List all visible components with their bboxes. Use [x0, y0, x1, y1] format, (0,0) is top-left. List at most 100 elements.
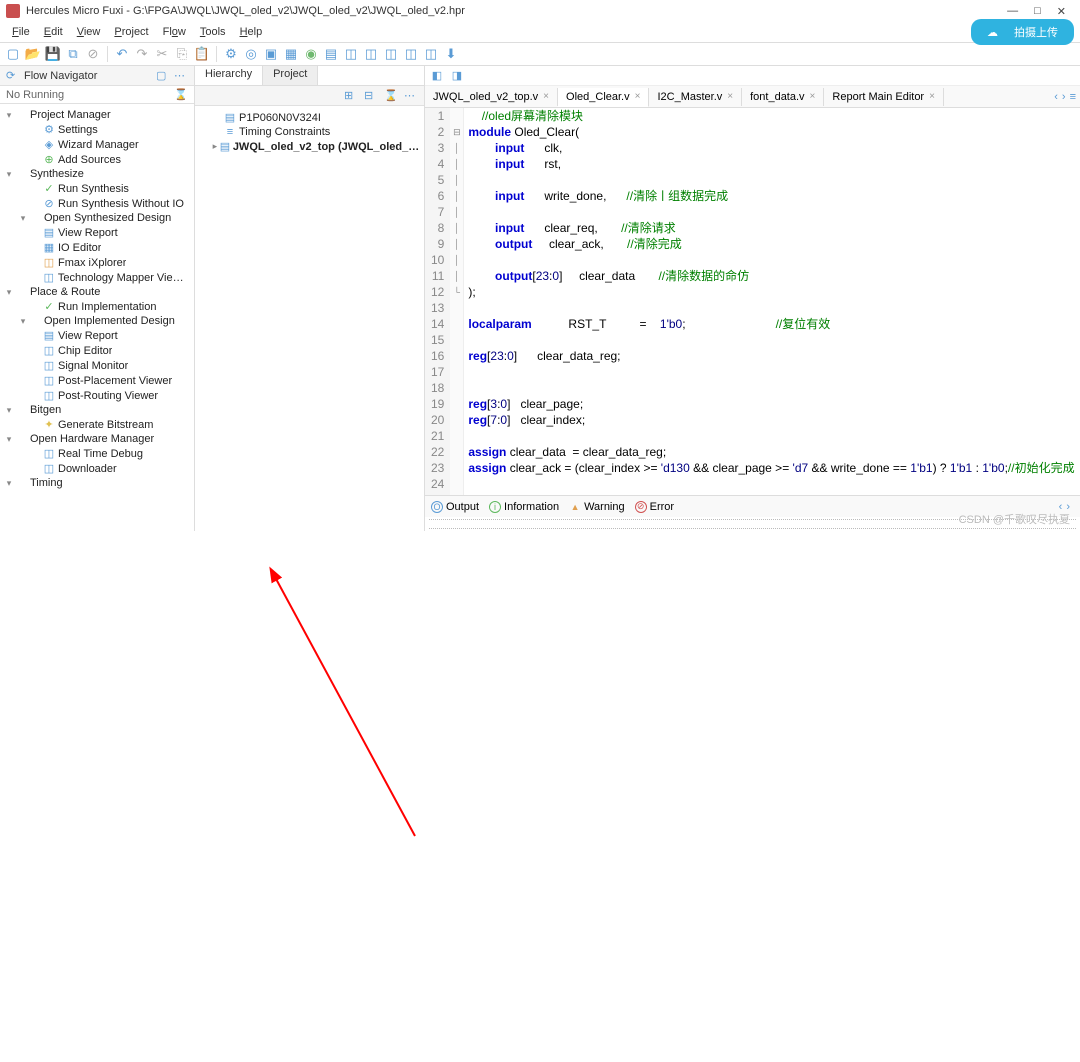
tb-pr[interactable]: ◫: [402, 45, 420, 63]
tb-saveall[interactable]: ⧉: [64, 45, 82, 63]
tb-ip-catalog[interactable]: ◉: [302, 45, 320, 63]
menu-project[interactable]: Project: [108, 24, 154, 40]
close-tab-icon[interactable]: ×: [727, 91, 733, 102]
cloud-upload-button[interactable]: ☁ 拍摄上传: [971, 19, 1074, 45]
maximize-button[interactable]: □: [1034, 5, 1041, 18]
flow-item-generate-bitstream[interactable]: ✦Generate Bitstream: [0, 417, 194, 432]
flow-item-io-editor[interactable]: ▦IO Editor: [0, 240, 194, 255]
ed-tb-2[interactable]: ◨: [449, 68, 465, 84]
tab-error[interactable]: ⊘Error: [635, 501, 674, 513]
flow-item-run-implementation[interactable]: ✓Run Implementation: [0, 299, 194, 314]
flow-item-view-report[interactable]: ▤View Report: [0, 225, 194, 240]
tb-paste[interactable]: 📋: [193, 45, 211, 63]
menu-view[interactable]: View: [71, 24, 107, 40]
hier-item[interactable]: ▤P1P060N0V324I: [195, 110, 424, 125]
tb-new[interactable]: ▢: [4, 45, 22, 63]
tb-dl[interactable]: ⬇: [442, 45, 460, 63]
minimize-button[interactable]: —: [1007, 5, 1018, 18]
flow-item-place-route[interactable]: ▾Place & Route: [0, 285, 194, 299]
flow-navigator-header: ⟳ Flow Navigator ▢ ⋯: [0, 66, 194, 86]
tb-cut[interactable]: ✂: [153, 45, 171, 63]
hier-item[interactable]: ≡Timing Constraints: [195, 125, 424, 139]
flow-item-fmax-ixplorer[interactable]: ◫Fmax iXplorer: [0, 255, 194, 270]
code-area[interactable]: 1234567891011121314151617181920212223242…: [425, 108, 1080, 495]
flow-item-view-report[interactable]: ▤View Report: [0, 328, 194, 343]
flow-item-post-placement-viewer[interactable]: ◫Post-Placement Viewer: [0, 373, 194, 388]
close-tab-icon[interactable]: ×: [810, 91, 816, 102]
flow-item-chip-editor[interactable]: ◫Chip Editor: [0, 343, 194, 358]
flow-item-synthesize[interactable]: ▾Synthesize: [0, 167, 194, 181]
editor-tab[interactable]: Oled_Clear.v×: [558, 88, 649, 107]
tb-syn[interactable]: ▣: [262, 45, 280, 63]
hier-collapse-icon[interactable]: ⊟: [364, 89, 378, 102]
tb-report[interactable]: ▤: [322, 45, 340, 63]
flow-item-technology-mapper-viewer[interactable]: ◫Technology Mapper Viewer: [0, 270, 194, 285]
watermark: CSDN @千歌叹尽执夏: [959, 511, 1070, 527]
collapse-icon[interactable]: ▢: [156, 69, 170, 82]
tb-settings[interactable]: ⚙: [222, 45, 240, 63]
menu-help[interactable]: Help: [234, 24, 269, 40]
tab-warning[interactable]: ▲Warning: [569, 501, 625, 513]
tb-save[interactable]: 💾: [44, 45, 62, 63]
status-icon[interactable]: ⌛: [174, 88, 188, 101]
flow-item-real-time-debug[interactable]: ◫Real Time Debug: [0, 446, 194, 461]
editor-tab[interactable]: Report Main Editor×: [824, 88, 944, 106]
flow-item-project-manager[interactable]: ▾Project Manager: [0, 108, 194, 122]
flow-item-run-synthesis-without-io[interactable]: ⊘Run Synthesis Without IO: [0, 196, 194, 211]
editor-tabs: JWQL_oled_v2_top.v×Oled_Clear.v×I2C_Mast…: [425, 86, 1080, 108]
editor-tab[interactable]: font_data.v×: [742, 88, 824, 106]
tab-next-icon[interactable]: ›: [1062, 91, 1066, 103]
close-tab-icon[interactable]: ×: [635, 91, 641, 102]
tb-bit[interactable]: ◫: [422, 45, 440, 63]
tb-undo[interactable]: ↶: [113, 45, 131, 63]
tb-impl[interactable]: ▦: [282, 45, 300, 63]
flow-item-settings[interactable]: ⚙Settings: [0, 122, 194, 137]
tb-close[interactable]: ⊘: [84, 45, 102, 63]
flow-item-post-routing-viewer[interactable]: ◫Post-Routing Viewer: [0, 388, 194, 403]
tab-project[interactable]: Project: [263, 66, 318, 85]
flow-item-open-hardware-manager[interactable]: ▾Open Hardware Manager: [0, 432, 194, 446]
tab-list-icon[interactable]: ≡: [1070, 91, 1076, 103]
tb-sig[interactable]: ◫: [362, 45, 380, 63]
more-icon[interactable]: ⋯: [174, 69, 188, 82]
hier-expand-icon[interactable]: ⊞: [344, 89, 358, 102]
close-button[interactable]: ✕: [1057, 5, 1066, 18]
flow-item-signal-monitor[interactable]: ◫Signal Monitor: [0, 358, 194, 373]
editor-tab[interactable]: I2C_Master.v×: [649, 88, 742, 106]
tb-copy[interactable]: ⎘: [173, 45, 191, 63]
hier-item[interactable]: ▸▤JWQL_oled_v2_top (JWQL_oled_v2_top.v): [195, 139, 424, 154]
tb-redo[interactable]: ↷: [133, 45, 151, 63]
flow-item-timing[interactable]: ▾Timing: [0, 476, 194, 490]
refresh-icon[interactable]: ⟳: [6, 69, 20, 82]
tab-prev-icon[interactable]: ‹: [1054, 91, 1058, 103]
menu-tools[interactable]: Tools: [194, 24, 232, 40]
fold-gutter[interactable]: ⊟│││││││││└⊟│││: [450, 108, 464, 495]
tb-target[interactable]: ◎: [242, 45, 260, 63]
ed-tb-1[interactable]: ◧: [429, 68, 445, 84]
tab-hierarchy[interactable]: Hierarchy: [195, 66, 263, 85]
flow-item-open-synthesized-design[interactable]: ▾Open Synthesized Design: [0, 211, 194, 225]
tb-open[interactable]: 📂: [24, 45, 42, 63]
tb-chip[interactable]: ◫: [342, 45, 360, 63]
flow-item-open-implemented-design[interactable]: ▾Open Implemented Design: [0, 314, 194, 328]
tab-output[interactable]: OOutput: [431, 501, 479, 513]
editor-tab[interactable]: JWQL_oled_v2_top.v×: [425, 88, 558, 106]
line-gutter: 1234567891011121314151617181920212223242…: [425, 108, 450, 495]
tab-information[interactable]: iInformation: [489, 501, 559, 513]
hier-more-icon[interactable]: ⋯: [404, 89, 418, 102]
close-tab-icon[interactable]: ×: [543, 91, 549, 102]
editor-toolbar: ◧ ◨: [425, 66, 1080, 86]
menu-edit[interactable]: Edit: [38, 24, 69, 40]
flow-item-wizard-manager[interactable]: ◈Wizard Manager: [0, 137, 194, 152]
tb-pp[interactable]: ◫: [382, 45, 400, 63]
flow-item-bitgen[interactable]: ▾Bitgen: [0, 403, 194, 417]
close-tab-icon[interactable]: ×: [929, 91, 935, 102]
flow-item-run-synthesis[interactable]: ✓Run Synthesis: [0, 181, 194, 196]
flow-item-add-sources[interactable]: ⊕Add Sources: [0, 152, 194, 167]
code-lines[interactable]: //oled屏幕清除模块module Oled_Clear( input clk…: [464, 108, 1080, 495]
hierarchy-panel: Hierarchy Project ⊞ ⊟ ⌛ ⋯ ▤P1P060N0V324I…: [195, 66, 425, 531]
menu-flow[interactable]: Flow: [157, 24, 192, 40]
menu-file[interactable]: File: [6, 24, 36, 40]
hier-sort-icon[interactable]: ⌛: [384, 89, 398, 102]
flow-item-downloader[interactable]: ◫Downloader: [0, 461, 194, 476]
